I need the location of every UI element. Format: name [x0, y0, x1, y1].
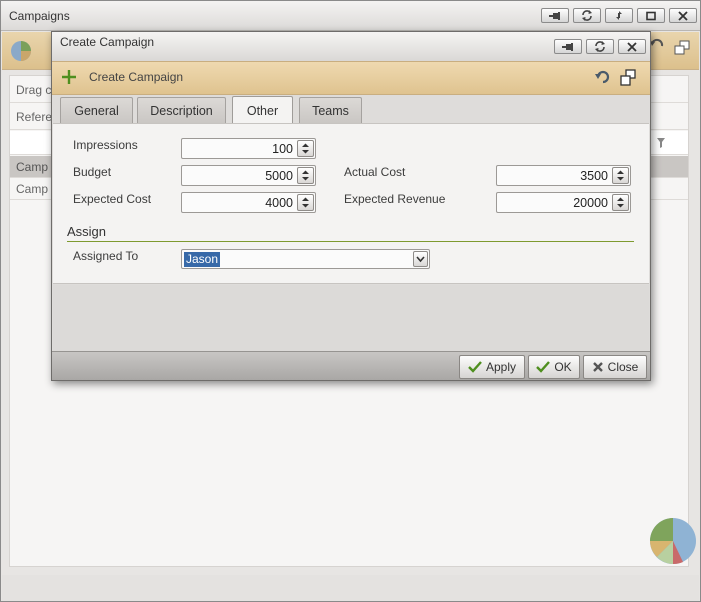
assigned-to-label: Assigned To: [73, 249, 139, 263]
pin-icon: [562, 42, 573, 51]
close-button[interactable]: Close: [583, 355, 647, 379]
campaigns-statusbar: [2, 575, 699, 601]
header-title: Create Campaign: [89, 70, 184, 84]
maximize-icon: [646, 11, 656, 20]
ok-label: OK: [554, 360, 572, 374]
dialog-header-band: Create Campaign: [52, 61, 650, 95]
campaigns-titlebar: Campaigns: [1, 1, 700, 31]
spin-arrows-icon: [617, 170, 624, 181]
impressions-stepper[interactable]: 100: [181, 138, 316, 159]
close-icon: [678, 10, 688, 21]
dialog-titlebar[interactable]: Create Campaign: [52, 32, 650, 61]
impressions-value: 100: [272, 142, 293, 156]
close-label: Close: [607, 360, 639, 374]
bg-pin-button[interactable]: [541, 8, 569, 23]
undo-icon[interactable]: [595, 69, 611, 85]
spin-arrows-icon: [302, 170, 309, 181]
tab-description[interactable]: Description: [137, 97, 226, 124]
check-icon: [536, 361, 551, 373]
row-text: Camp: [16, 160, 49, 174]
tab-general[interactable]: General: [60, 97, 133, 124]
tab-label: General: [74, 104, 119, 118]
drag-hint-text: Drag c: [16, 83, 52, 97]
actual-cost-spin-button[interactable]: [612, 167, 629, 184]
expected-revenue-value: 20000: [573, 196, 608, 210]
detach-window-icon[interactable]: [620, 69, 636, 86]
dialog-footer: Apply OK Close: [52, 351, 650, 380]
bg-restore-button[interactable]: [605, 8, 633, 23]
ok-button[interactable]: OK: [528, 355, 580, 379]
grid-header-text: Refere: [16, 110, 53, 124]
assign-section-header: Assign: [67, 224, 634, 242]
expected-revenue-label: Expected Revenue: [344, 192, 446, 206]
close-x-icon: [592, 362, 603, 372]
expected-revenue-stepper[interactable]: 20000: [496, 192, 631, 213]
apply-button[interactable]: Apply: [459, 355, 525, 379]
dialog-title: Create Campaign: [60, 35, 155, 49]
impressions-spin-button[interactable]: [297, 140, 314, 157]
dialog-pin-button[interactable]: [554, 39, 582, 54]
expected-revenue-spin-button[interactable]: [612, 194, 629, 211]
expected-cost-stepper[interactable]: 4000: [181, 192, 316, 213]
bg-maximize-button[interactable]: [637, 8, 665, 23]
impressions-label: Impressions: [73, 138, 138, 152]
budget-label: Budget: [73, 165, 112, 179]
chart-pie-icon: [11, 41, 31, 61]
pie-chart-graphic: [650, 518, 696, 565]
chevron-down-icon: [416, 256, 425, 263]
dialog-close-button[interactable]: [618, 39, 646, 54]
refresh-icon: [582, 10, 592, 21]
actual-cost-value: 3500: [580, 169, 608, 183]
plus-icon: [62, 70, 76, 84]
dialog-refresh-button[interactable]: [586, 39, 614, 54]
bg-refresh-button[interactable]: [573, 8, 601, 23]
actual-cost-label: Actual Cost: [344, 165, 406, 179]
bg-close-button[interactable]: [669, 8, 697, 23]
restore-icon: [616, 11, 622, 20]
create-campaign-dialog: Create Campaign Create Campaign General …: [51, 31, 651, 381]
spin-arrows-icon: [302, 197, 309, 208]
close-icon: [627, 41, 637, 52]
tab-other[interactable]: Other: [232, 96, 293, 125]
detach-window-icon[interactable]: [674, 40, 690, 56]
budget-stepper[interactable]: 5000: [181, 165, 316, 186]
row-text: Camp: [16, 182, 49, 196]
assigned-to-value: Jason: [184, 252, 221, 267]
tab-label: Description: [150, 104, 213, 118]
check-icon: [468, 361, 482, 373]
campaigns-window-title: Campaigns: [9, 9, 70, 23]
tab-label: Teams: [312, 104, 349, 118]
assign-section-title: Assign: [67, 224, 107, 239]
expected-cost-label: Expected Cost: [73, 192, 152, 206]
back-arrow-icon[interactable]: [650, 38, 664, 52]
budget-value: 5000: [265, 169, 293, 183]
actual-cost-stepper[interactable]: 3500: [496, 165, 631, 186]
budget-spin-button[interactable]: [297, 167, 314, 184]
pin-icon: [549, 11, 560, 20]
filter-icon[interactable]: [656, 137, 666, 149]
apply-label: Apply: [485, 360, 517, 374]
expected-cost-value: 4000: [265, 196, 293, 210]
tab-teams[interactable]: Teams: [299, 97, 362, 124]
assigned-to-dropdown[interactable]: Jason: [181, 249, 430, 269]
dialog-empty-area: [53, 285, 649, 351]
dropdown-toggle[interactable]: [413, 251, 428, 267]
spin-arrows-icon: [617, 197, 624, 208]
other-tab-panel: Impressions 100 Budget 5000 Expected Cos…: [53, 123, 649, 284]
refresh-icon: [595, 41, 605, 52]
tab-label: Other: [246, 104, 279, 118]
spin-arrows-icon: [302, 143, 309, 154]
expected-cost-spin-button[interactable]: [297, 194, 314, 211]
